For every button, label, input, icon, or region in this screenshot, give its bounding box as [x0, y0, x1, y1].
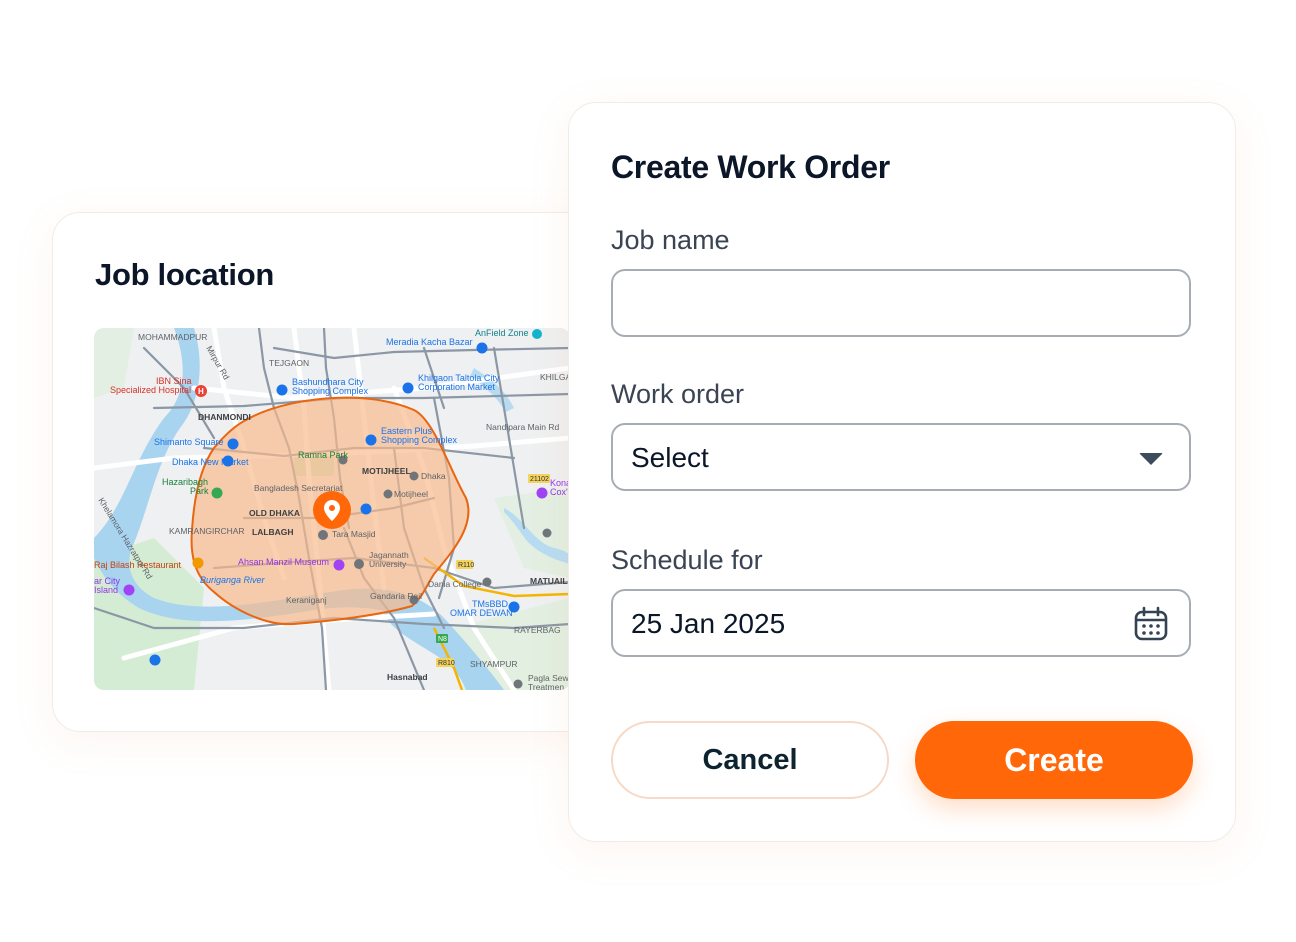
road-shield: N8: [436, 634, 448, 643]
job-name-field[interactable]: [611, 269, 1191, 337]
map-label: Keraniganj: [286, 595, 327, 605]
map-label: KHILGAO: [540, 372, 570, 382]
schedule-label: Schedule for: [611, 545, 763, 575]
job-location-card: Job location H MOHAMMADPUR TEJGAON Mirpu…: [52, 212, 614, 732]
map-label: Bangladesh Secretariat: [254, 483, 343, 493]
map-label: MOHAMMADPUR: [138, 332, 207, 342]
transit-icon: [482, 577, 492, 587]
map-label: Ramna Park: [298, 450, 349, 460]
job-location-map[interactable]: H MOHAMMADPUR TEJGAON Mirpur Rd IBN Sina…: [94, 328, 570, 690]
school-icon: [354, 559, 364, 569]
map-label: Dania College: [428, 579, 482, 589]
shopping-icon: [360, 503, 372, 515]
hospital-icon: H: [195, 385, 207, 397]
map-label: Corporation Market: [418, 382, 496, 392]
restaurant-icon: [192, 557, 204, 569]
map-label: Shopping Complex: [292, 386, 369, 396]
work-order-select[interactable]: Select: [611, 423, 1191, 491]
map-label: SHYAMPUR: [470, 659, 518, 669]
svg-text:R110: R110: [458, 562, 474, 569]
work-order-selected-value: Select: [631, 442, 709, 473]
transit-icon: [513, 679, 523, 689]
map-label: Hasnabad: [387, 672, 428, 682]
caret-down-icon: [1139, 453, 1163, 465]
map-label: Dhaka New Market: [172, 457, 249, 467]
map-label: Ahsan Manzil Museum: [238, 557, 329, 567]
svg-text:H: H: [198, 387, 204, 396]
svg-text:R810: R810: [438, 660, 455, 667]
shopping-icon: [227, 438, 239, 450]
transit-icon: [409, 471, 419, 481]
map-label: RAYERBAG: [514, 625, 561, 635]
shopping-icon: [149, 654, 161, 666]
form-title: Create Work Order: [611, 149, 890, 185]
map-label: TEJGAON: [269, 358, 309, 368]
job-name-label: Job name: [611, 225, 730, 255]
map-label: Buriganga River: [200, 575, 266, 585]
map-label: University: [369, 559, 407, 569]
map-label: OLD DHAKA: [249, 508, 300, 518]
map-canvas[interactable]: H MOHAMMADPUR TEJGAON Mirpur Rd IBN Sina…: [94, 328, 570, 690]
museum-icon: [333, 559, 345, 571]
map-label: LALBAGH: [252, 527, 294, 537]
job-location-title: Job location: [95, 257, 274, 292]
map-label: Gandaria Rail: [370, 591, 422, 601]
map-label: Meradia Kacha Bazar: [386, 337, 473, 347]
attraction-icon: [536, 487, 548, 499]
attraction-icon: [123, 584, 135, 596]
map-label: DHANMONDI: [198, 412, 251, 422]
road-shield: 21102: [528, 474, 550, 483]
map-label: Dhaka: [421, 471, 446, 481]
shopping-icon: [402, 382, 414, 394]
map-label: KAMRANGIRCHAR: [169, 526, 245, 536]
create-button[interactable]: Create: [915, 721, 1193, 799]
map-label: Island: [94, 585, 118, 595]
park-icon: [211, 487, 223, 499]
create-work-order-card: Create Work Order Job name Work order Se…: [568, 102, 1236, 842]
schedule-date-value: 25 Jan 2025: [631, 608, 786, 639]
map-label: Park: [190, 486, 209, 496]
cancel-button[interactable]: Cancel: [611, 721, 889, 799]
work-order-label: Work order: [611, 379, 745, 409]
shopping-icon: [276, 384, 288, 396]
map-label: Specialized Hospital: [110, 385, 191, 395]
location-pin-icon[interactable]: [313, 491, 351, 529]
map-label: MATUAIL: [530, 576, 568, 586]
map-label: Treatmen: [528, 682, 564, 690]
svg-text:N8: N8: [438, 636, 447, 643]
svg-text:21102: 21102: [530, 476, 549, 483]
building-icon: [383, 489, 393, 499]
mosque-icon: [318, 530, 328, 540]
job-name-input[interactable]: [613, 271, 1189, 335]
map-label: Cox': [550, 487, 568, 497]
map-label: Motijheel: [394, 489, 428, 499]
calendar-icon[interactable]: [1133, 606, 1169, 647]
transit-icon: [542, 528, 552, 538]
map-label: OMAR DEWAN: [450, 608, 513, 618]
road-shield: R810: [436, 658, 455, 667]
shopping-icon: [476, 342, 488, 354]
map-label: Tara Masjid: [332, 529, 376, 539]
map-label: Shopping Complex: [381, 435, 458, 445]
map-label: Shimanto Square: [154, 437, 224, 447]
road-shield: R110: [456, 560, 474, 569]
map-label: AnField Zone: [475, 328, 529, 338]
schedule-date-field[interactable]: 25 Jan 2025: [611, 589, 1191, 657]
map-label: MOTIJHEEL: [362, 466, 411, 476]
info-icon: [532, 329, 542, 339]
shopping-icon: [365, 434, 377, 446]
map-label: Nandipara Main Rd: [486, 422, 560, 432]
